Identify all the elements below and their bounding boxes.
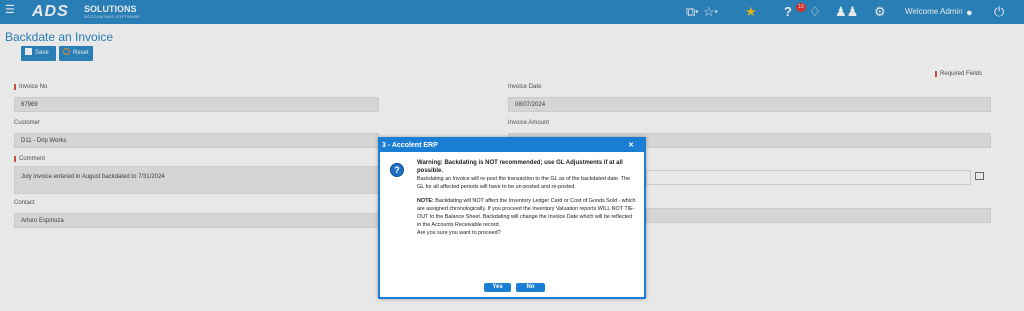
dialog-message: Warning: Backdating is NOT recommended; … [417, 159, 637, 237]
confirm-dialog: 3 - Accolent ERP ✕ ? Warning: Backdating… [378, 137, 646, 299]
warning-text: Warning: Backdating is NOT recommended; … [417, 160, 623, 174]
note-paragraph: NOTE: Backdating will NOT affect the Inv… [417, 197, 637, 229]
question-icon: ? [390, 163, 404, 177]
yes-button[interactable]: Yes [484, 283, 511, 292]
close-icon[interactable]: ✕ [628, 139, 634, 152]
question-text: Are you sure you want to proceed? [417, 230, 501, 236]
no-button[interactable]: No [516, 283, 545, 292]
dialog-header: 3 - Accolent ERP ✕ [380, 139, 644, 152]
note-label: NOTE: [417, 198, 434, 204]
message-line1: Backdating an Invoice will re-post the t… [417, 176, 631, 190]
note-text: Backdating will NOT affect the Inventory… [417, 198, 636, 228]
dialog-title: 3 - Accolent ERP [382, 142, 438, 149]
